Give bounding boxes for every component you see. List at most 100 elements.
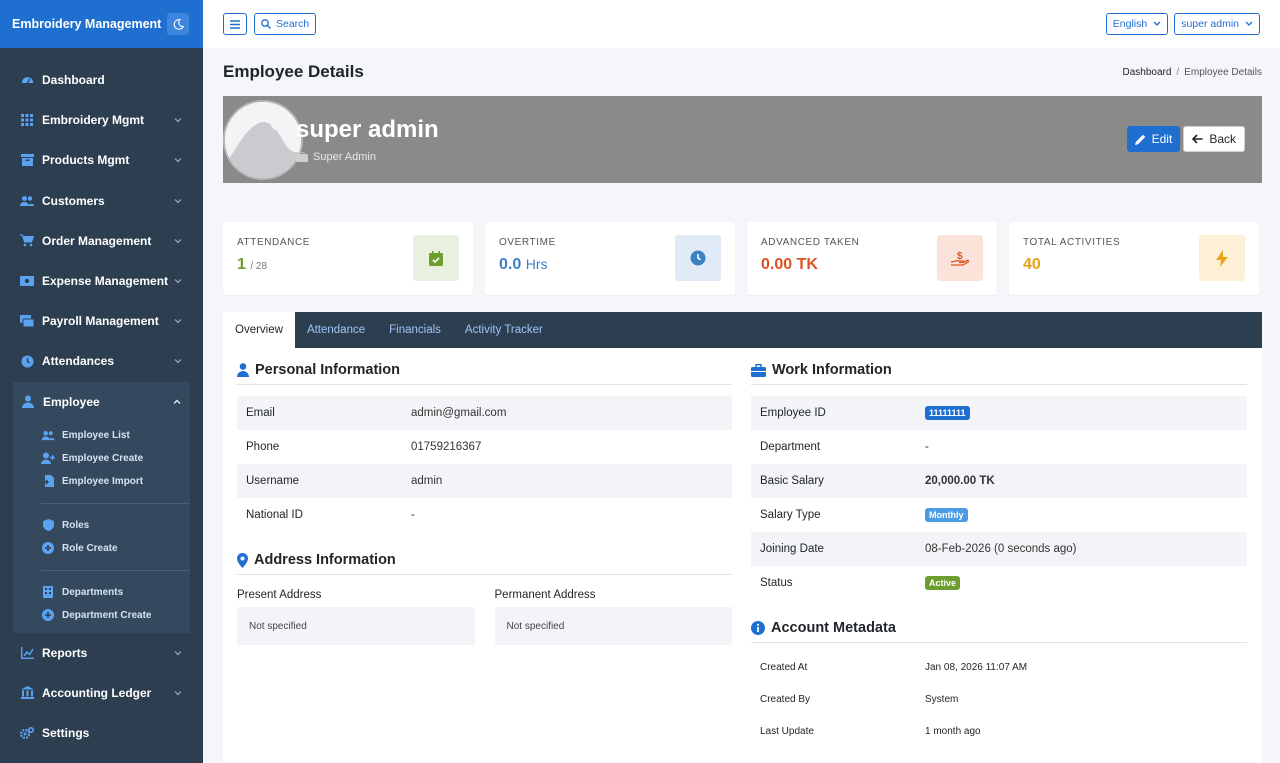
- stat-attendance: ATTENDANCE 1 / 28: [223, 222, 473, 295]
- right-column: Work Information Employee ID 11111111 Dep…: [751, 362, 1247, 747]
- moon-icon: [173, 18, 184, 30]
- brand-title: Embroidery Management: [12, 17, 162, 31]
- info-key: Joining Date: [760, 543, 824, 555]
- sidebar: Embroidery Management Dashboard Embroide…: [0, 0, 203, 763]
- page-title: Employee Details: [223, 62, 364, 81]
- sidebar-item-payroll[interactable]: Payroll Management: [0, 301, 203, 341]
- info-value: -: [411, 509, 415, 521]
- info-row-salary: Basic Salary 20,000.00 TK: [751, 464, 1247, 498]
- info-row-salary-type: Salary Type Monthly: [751, 498, 1247, 532]
- profile-name: super admin: [296, 116, 439, 143]
- submenu-label: Role Create: [62, 542, 118, 554]
- submenu-label: Departments: [62, 586, 124, 598]
- stat-advanced: ADVANCED TAKEN 0.00 TK $: [747, 222, 997, 295]
- salary-value: 20,000.00 TK: [925, 475, 995, 487]
- user-icon: [237, 363, 249, 377]
- info-key: Phone: [246, 441, 280, 453]
- sidebar-item-products[interactable]: Products Mgmt: [0, 140, 203, 180]
- money-icon: [20, 274, 34, 288]
- search-button[interactable]: Search: [254, 13, 317, 35]
- address-columns: Present Address Not specified Permanent …: [237, 589, 732, 645]
- submenu-role-create[interactable]: Role Create: [13, 537, 190, 560]
- dashboard-icon: [20, 73, 34, 87]
- sidebar-item-embroidery[interactable]: Embroidery Mgmt: [0, 100, 203, 140]
- submenu-department-create[interactable]: Department Create: [13, 604, 190, 627]
- stat-overtime: OVERTIME 0.0 Hrs: [485, 222, 735, 295]
- search-icon: [261, 19, 271, 29]
- briefcase-icon: [751, 363, 766, 377]
- info-row-username: Username admin: [237, 464, 732, 498]
- info-row-joining-date: Joining Date 08-Feb-2026 (0 seconds ago): [751, 532, 1247, 566]
- clock-icon: [20, 354, 34, 368]
- meta-row-created-by: Created By System: [751, 683, 1247, 715]
- bank-icon: [20, 686, 34, 700]
- breadcrumb-link[interactable]: Dashboard: [1122, 67, 1171, 78]
- edit-button[interactable]: Edit: [1126, 126, 1181, 152]
- info-key: Username: [246, 475, 300, 487]
- sidebar-item-customers[interactable]: Customers: [0, 181, 203, 221]
- breadcrumb-current: Employee Details: [1184, 66, 1262, 78]
- sidebar-item-label: Attendances: [42, 354, 115, 369]
- profile-banner: super admin Super Admin Edit Back: [223, 96, 1262, 183]
- meta-value: System: [925, 693, 959, 705]
- theme-toggle-button[interactable]: [167, 13, 189, 35]
- sidebar-nav: Dashboard Embroidery Mgmt Products Mgmt …: [0, 48, 203, 753]
- tab-financials[interactable]: Financials: [377, 312, 453, 348]
- sidebar-item-reports[interactable]: Reports: [0, 633, 203, 673]
- user-label: super admin: [1181, 18, 1239, 30]
- tab-overview[interactable]: Overview: [223, 312, 295, 348]
- address-heading: Address Information: [237, 552, 732, 575]
- cart-icon: [20, 234, 34, 248]
- sidebar-item-expense[interactable]: Expense Management: [0, 261, 203, 301]
- user-plus-icon: [41, 452, 55, 465]
- meta-key: Created By: [760, 693, 811, 705]
- hamburger-icon: [230, 19, 240, 29]
- box-icon: [20, 153, 34, 167]
- info-value: -: [925, 441, 929, 453]
- tab-activity-tracker[interactable]: Activity Tracker: [453, 312, 555, 348]
- submenu-employee-list[interactable]: Employee List: [13, 424, 190, 447]
- back-button[interactable]: Back: [1183, 126, 1245, 152]
- sidebar-item-label: Reports: [42, 645, 88, 660]
- shield-icon: [41, 519, 55, 532]
- sidebar-item-settings[interactable]: Settings: [0, 713, 203, 753]
- sidebar-item-orders[interactable]: Order Management: [0, 221, 203, 261]
- stat-activities: TOTAL ACTIVITIES 40: [1009, 222, 1259, 295]
- overtime-value: 0.0: [499, 256, 522, 273]
- submenu-employee-create[interactable]: Employee Create: [13, 447, 190, 470]
- chevron-down-icon: [1245, 21, 1253, 26]
- info-key: Employee ID: [760, 407, 826, 419]
- present-address-value: Not specified: [237, 607, 475, 645]
- sidebar-item-dashboard[interactable]: Dashboard: [0, 60, 203, 100]
- present-address-label: Present Address: [237, 589, 322, 601]
- topbar: Search English super admin: [203, 0, 1280, 48]
- chevron-down-icon: [1153, 21, 1161, 26]
- meta-key: Created At: [760, 661, 808, 673]
- sidebar-item-label: Employee: [43, 394, 100, 409]
- submenu-roles[interactable]: Roles: [13, 514, 190, 537]
- chart-icon: [20, 646, 34, 660]
- submenu-label: Roles: [62, 519, 90, 531]
- personal-heading-label: Personal Information: [255, 362, 401, 378]
- info-key: National ID: [246, 509, 303, 521]
- metadata-rows: Created At Jan 08, 2026 11:07 AM Created …: [751, 651, 1247, 747]
- profile-role: Super Admin: [296, 151, 376, 163]
- hand-money-icon: $: [937, 235, 983, 281]
- language-dropdown[interactable]: English: [1105, 13, 1169, 35]
- submenu-departments[interactable]: Departments: [13, 581, 190, 604]
- sidebar-item-employee[interactable]: Employee: [13, 381, 190, 422]
- menu-toggle-button[interactable]: [223, 13, 247, 35]
- sidebar-item-ledger[interactable]: Accounting Ledger: [0, 673, 203, 713]
- tab-attendance[interactable]: Attendance: [295, 312, 377, 348]
- sidebar-item-attendances[interactable]: Attendances: [0, 341, 203, 381]
- tab-bar: Overview Attendance Financials Activity …: [223, 312, 1262, 348]
- user-dropdown[interactable]: super admin: [1174, 13, 1260, 35]
- submenu-employee-import[interactable]: Employee Import: [13, 470, 190, 493]
- arrow-left-icon: [1192, 134, 1203, 144]
- page-header: Employee Details Dashboard / Employee Deta…: [223, 48, 1262, 96]
- submenu-label: Employee Create: [62, 452, 144, 464]
- info-row-national-id: National ID -: [237, 498, 732, 532]
- permanent-address-label: Permanent Address: [494, 589, 596, 601]
- map-pin-icon: [237, 552, 248, 568]
- left-column: Personal Information Email admin@gmail.co…: [237, 362, 732, 645]
